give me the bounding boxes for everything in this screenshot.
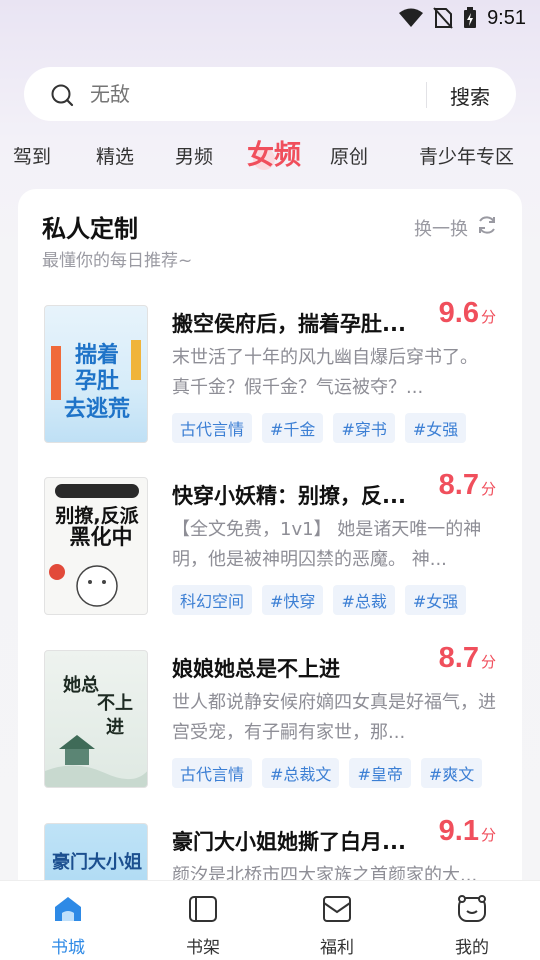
tab-youth[interactable]: 青少年专区 (419, 142, 514, 169)
refresh-button[interactable]: 换一换 (414, 214, 498, 241)
nav-label: 书架 (186, 938, 220, 958)
book-cover[interactable]: 她总 不上 进 (44, 650, 148, 788)
nav-label: 福利 (320, 938, 354, 958)
battery-charging-icon (463, 7, 477, 29)
nav-welfare[interactable]: 福利 (297, 893, 377, 958)
svg-text:豪门大小姐: 豪门大小姐 (52, 851, 142, 873)
search-icon (50, 83, 74, 111)
book-tags: 古代言情 #总裁文 #皇帝 #爽文 (172, 758, 483, 788)
tab-featured[interactable]: 精选 (96, 142, 134, 169)
tag[interactable]: #快穿 (262, 585, 324, 615)
tag[interactable]: #皇帝 (349, 758, 411, 788)
book-score: 8.7 分 (438, 469, 496, 501)
welfare-icon (297, 893, 377, 925)
tag[interactable]: #女强 (404, 413, 467, 443)
section-title: 私人定制 (42, 215, 138, 243)
book-item[interactable]: 她总 不上 进 娘娘她总是不上进 8.7 分 世人都说静安候府嫡四女真是好福气，进… (44, 642, 504, 788)
svg-text:孕肚: 孕肚 (75, 369, 119, 394)
tab-female[interactable]: 女频 (247, 133, 301, 172)
refresh-label: 换一换 (414, 218, 468, 240)
search-button[interactable]: 搜索 (450, 81, 490, 110)
tag[interactable]: #总裁文 (262, 758, 340, 788)
tag[interactable]: #千金 (262, 413, 324, 443)
svg-text:去逃荒: 去逃荒 (64, 397, 130, 422)
book-score: 9.1 分 (438, 815, 496, 847)
bottom-nav: 书城 书架 福利 我的 (0, 880, 540, 960)
wifi-icon (399, 8, 424, 28)
book-description: 末世活了十年的风九幽自爆后穿书了。 真千金？假千金？气运被夺？... (172, 347, 478, 398)
status-icons: 9:51 (399, 6, 526, 30)
nav-bookstore[interactable]: 书城 (28, 893, 108, 958)
book-description: 世人都说静安候府嫡四女真是好福气，进宫受宠，有子嗣有家世，那... (172, 692, 496, 743)
book-title: 搬空侯府后，揣着孕肚... (172, 312, 406, 336)
book-score: 8.7 分 (438, 642, 496, 674)
svg-text:黑化中: 黑化中 (70, 525, 133, 549)
no-sim-icon (433, 7, 453, 29)
tag[interactable]: #女强 (404, 585, 467, 615)
book-title: 快穿小妖精：别撩，反... (172, 484, 406, 508)
nav-profile[interactable]: 我的 (432, 893, 512, 958)
refresh-icon (476, 214, 498, 241)
book-tags: 科幻空间 #快穿 #总裁 #女强 (172, 585, 467, 615)
book-description: 【全文免费，1v1】 她是诸天唯一的神明，他是被神明囚禁的恶魔。 神... (172, 519, 482, 570)
book-cover[interactable]: 别撩,反派 黑化中 (44, 477, 148, 615)
book-cover[interactable]: 揣着 孕肚 去逃荒 (44, 305, 148, 443)
section-subtitle: 最懂你的每日推荐~ (42, 251, 193, 271)
book-title: 娘娘她总是不上进 (172, 657, 340, 681)
book-score: 9.6 分 (438, 297, 496, 329)
svg-text:揣着: 揣着 (75, 342, 119, 368)
search-divider (426, 82, 427, 108)
tab-jiadao[interactable]: 驾到 (13, 142, 51, 169)
tag[interactable]: 古代言情 (172, 413, 253, 443)
bookstore-icon (28, 893, 108, 925)
nav-bookshelf[interactable]: 书架 (163, 893, 243, 958)
status-time: 9:51 (487, 6, 526, 29)
tag[interactable]: #爽文 (420, 758, 483, 788)
svg-text:进: 进 (106, 717, 124, 738)
svg-text:不上: 不上 (97, 693, 133, 714)
profile-icon (432, 893, 512, 925)
tag[interactable]: 古代言情 (172, 758, 253, 788)
tab-original[interactable]: 原创 (330, 142, 368, 169)
svg-text:别撩,反派: 别撩,反派 (54, 505, 139, 527)
svg-text:她总: 她总 (63, 674, 99, 696)
book-title: 豪门大小姐她撕了白月... (172, 830, 406, 854)
book-tags: 古代言情 #千金 #穿书 #女强 (172, 413, 467, 443)
book-item[interactable]: 揣着 孕肚 去逃荒 搬空侯府后，揣着孕肚... 9.6 分 末世活了十年的风九幽自… (44, 297, 504, 443)
book-item[interactable]: 别撩,反派 黑化中 快穿小妖精：别撩，反... 8.7 分 【全文免费，1v1】 … (44, 469, 504, 615)
tag[interactable]: #总裁 (333, 585, 395, 615)
bookshelf-icon (163, 893, 243, 925)
category-tabs: 驾到 精选 男频 女频 原创 青少年专区 (0, 133, 540, 177)
status-bar: 9:51 (0, 0, 540, 36)
search-input[interactable] (90, 82, 410, 106)
tag[interactable]: #穿书 (333, 413, 395, 443)
tab-male[interactable]: 男频 (175, 142, 213, 169)
tag[interactable]: 科幻空间 (172, 585, 253, 615)
nav-label: 我的 (455, 938, 489, 958)
nav-label: 书城 (51, 938, 85, 958)
